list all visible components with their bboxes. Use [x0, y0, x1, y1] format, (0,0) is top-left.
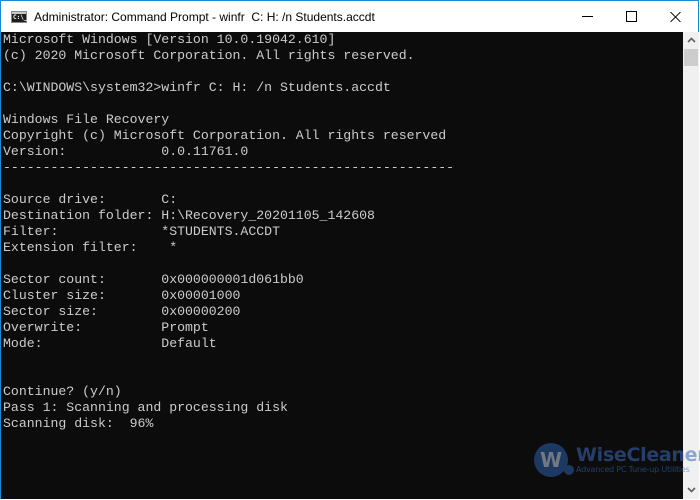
console-line: Sector count: 0x000000001d061bb0 — [3, 272, 304, 287]
console-prompt-line: Continue? (y/n) — [3, 384, 122, 399]
console-line: Destination folder: H:\Recovery_20201105… — [3, 208, 375, 223]
title-bar[interactable]: C:\_ Administrator: Command Prompt - win… — [1, 1, 698, 32]
chevron-down-icon — [686, 486, 696, 496]
maximize-icon — [625, 11, 637, 22]
wisecleaner-logo-icon: W — [534, 443, 574, 477]
watermark-tagline: Advanced PC Tune-up Utilities — [576, 465, 690, 474]
console-line: Mode: Default — [3, 336, 217, 351]
app-icon-text: C:\_ — [13, 13, 28, 21]
minimize-button[interactable] — [564, 1, 610, 32]
console-line: Cluster size: 0x00001000 — [3, 288, 241, 303]
scan-progress-line: Scanning disk: 96% — [3, 416, 154, 431]
console-line: Pass 1: Scanning and processing disk — [3, 400, 288, 415]
console-line: Source drive: C: — [3, 192, 178, 207]
console-line: Sector size: 0x00000200 — [3, 304, 241, 319]
vertical-scrollbar[interactable] — [683, 32, 699, 499]
scroll-thumb[interactable] — [684, 49, 698, 66]
console-line: Filter: *STUDENTS.ACCDT — [3, 224, 280, 239]
scroll-down-button[interactable] — [683, 482, 699, 499]
watermark-brand: WiseCleaner — [576, 444, 700, 466]
chevron-up-icon — [686, 36, 696, 46]
console-output[interactable]: Microsoft Windows [Version 10.0.19042.61… — [1, 32, 683, 499]
window-title: Administrator: Command Prompt - winfr C:… — [34, 9, 375, 24]
console-separator: ----------------------------------------… — [3, 160, 455, 175]
console-line: (c) 2020 Microsoft Corporation. All righ… — [3, 48, 415, 63]
watermark-text: WiseCleaner Advanced PC Tune-up Utilitie… — [576, 445, 700, 475]
wisecleaner-watermark: W WiseCleaner Advanced PC Tune-up Utilit… — [534, 443, 700, 477]
minimize-icon — [581, 16, 593, 17]
console-line: Copyright (c) Microsoft Corporation. All… — [3, 128, 447, 143]
console-line: Extension filter: * — [3, 240, 178, 255]
close-button[interactable] — [653, 1, 699, 32]
maximize-button[interactable] — [608, 1, 654, 32]
console-command-line: C:\WINDOWS\system32>winfr C: H: /n Stude… — [3, 80, 391, 95]
console-line: Windows File Recovery — [3, 112, 170, 127]
close-icon — [670, 11, 682, 23]
command-prompt-window: C:\_ Administrator: Command Prompt - win… — [0, 0, 700, 499]
scroll-up-button[interactable] — [683, 32, 699, 49]
console-line: Version: 0.0.11761.0 — [3, 144, 249, 159]
console-line: Microsoft Windows [Version 10.0.19042.61… — [3, 32, 336, 47]
command-prompt-icon: C:\_ — [11, 10, 28, 23]
console-line: Overwrite: Prompt — [3, 320, 209, 335]
